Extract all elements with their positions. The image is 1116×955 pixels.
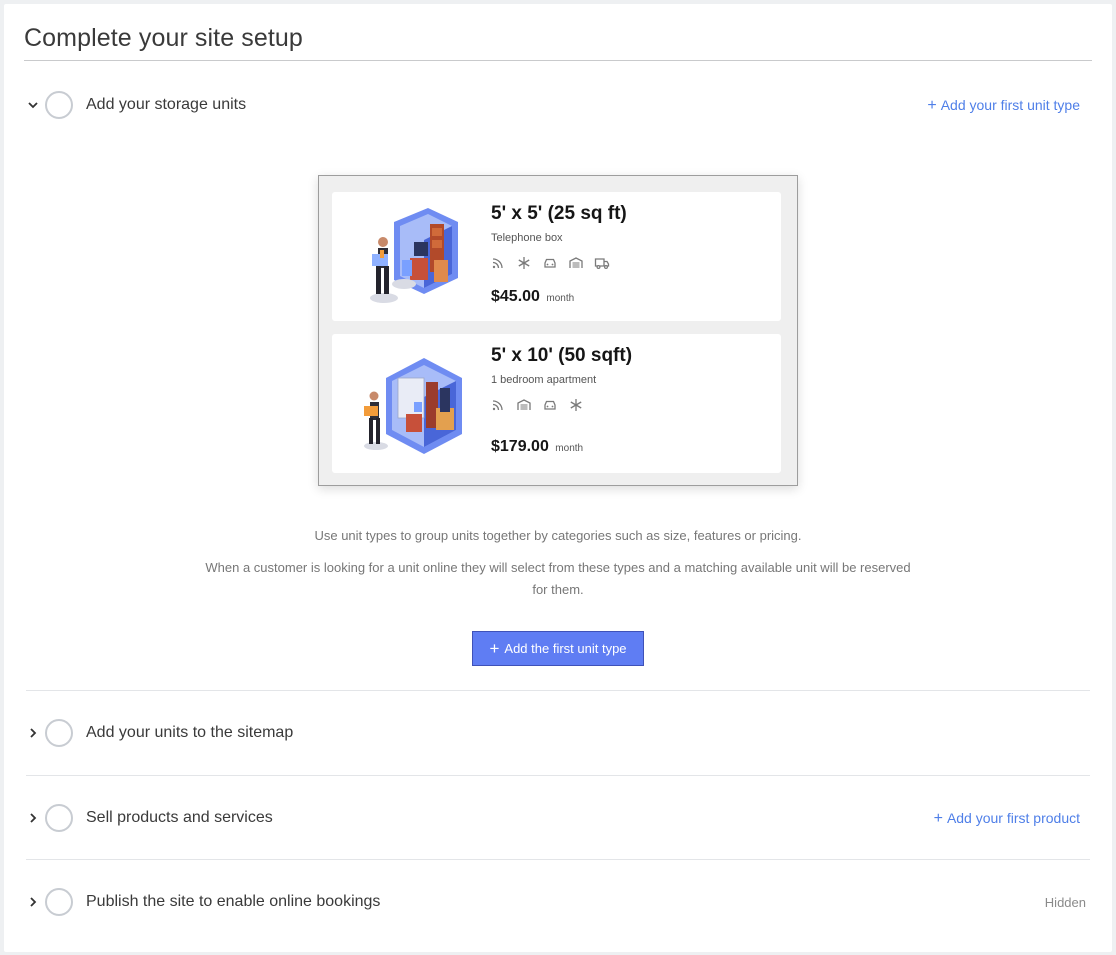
storage-unit-illustration: [370, 208, 458, 303]
button-label: Add the first unit type: [504, 641, 627, 656]
rss-icon: [492, 258, 503, 269]
unit-description: Telephone box: [491, 232, 563, 244]
snowflake-icon: [518, 257, 530, 269]
car-icon: [544, 258, 556, 268]
plus-icon: +: [933, 810, 943, 827]
unit-types-preview: 5' x 5' (25 sq ft) Telephone box $45.00 …: [318, 175, 798, 486]
title-divider: [24, 60, 1092, 61]
car-icon: [544, 400, 556, 410]
unit-name: 5' x 10' (50 sqft): [491, 345, 633, 366]
link-label: Add your first product: [946, 810, 1080, 826]
step-status-circle: [45, 804, 73, 832]
chevron-down-icon[interactable]: [26, 98, 40, 112]
info-text-2: When a customer is looking for a unit on…: [205, 560, 911, 597]
plus-icon: +: [927, 97, 937, 114]
truck-icon: [594, 258, 610, 270]
step-label: Publish the site to enable online bookin…: [86, 893, 381, 910]
step-label: Add your storage units: [86, 96, 247, 113]
setup-card: Complete your site setup Add your storag…: [4, 4, 1112, 952]
unit-price: $45.00: [491, 288, 540, 305]
chevron-right-icon[interactable]: [26, 895, 40, 909]
step-sitemap[interactable]: Add your units to the sitemap: [26, 714, 1090, 754]
step-status-circle: [45, 719, 73, 747]
unit-price-period: month: [555, 443, 584, 454]
plus-icon: +: [489, 639, 500, 658]
step-publish-site[interactable]: Publish the site to enable online bookin…: [26, 883, 1090, 923]
garage-icon: [517, 399, 531, 410]
step-status-circle: [45, 888, 73, 916]
step-status-circle: [45, 91, 73, 119]
add-first-unit-type-button[interactable]: + Add the first unit type: [472, 631, 644, 666]
snowflake-icon: [570, 399, 582, 411]
chevron-right-icon[interactable]: [26, 726, 40, 740]
divider: [26, 859, 1090, 860]
divider: [26, 775, 1090, 776]
chevron-right-icon[interactable]: [26, 811, 40, 825]
step-label: Sell products and services: [86, 809, 273, 826]
garage-icon: [569, 257, 583, 268]
step-storage-units[interactable]: Add your storage units + Add your first u…: [26, 86, 1090, 126]
feature-icons: [490, 256, 610, 270]
unit-price-period: month: [546, 293, 575, 304]
visibility-status: Hidden: [1044, 895, 1086, 910]
unit-card: 5' x 5' (25 sq ft) Telephone box $45.00 …: [332, 192, 781, 321]
unit-name: 5' x 5' (25 sq ft): [491, 203, 627, 224]
storage-unit-illustration: [364, 358, 462, 454]
step-label: Add your units to the sitemap: [86, 724, 294, 741]
feature-icons: [490, 398, 584, 412]
info-text-1: Use unit types to group units together b…: [314, 528, 802, 543]
unit-price-row: $45.00 month: [491, 288, 574, 306]
unit-price-row: $179.00 month: [491, 438, 583, 456]
divider: [26, 690, 1090, 691]
unit-description: 1 bedroom apartment: [491, 374, 597, 386]
unit-price: $179.00: [491, 438, 549, 455]
add-first-unit-type-link[interactable]: + Add your first unit type: [927, 97, 1080, 115]
rss-icon: [492, 400, 503, 411]
add-first-product-link[interactable]: + Add your first product: [934, 810, 1080, 828]
step-products-services[interactable]: Sell products and services + Add your fir…: [26, 799, 1090, 839]
link-label: Add your first unit type: [940, 97, 1080, 113]
page-title: Complete your site setup: [24, 24, 303, 52]
unit-card: 5' x 10' (50 sqft) 1 bedroom apartment $…: [332, 334, 781, 473]
